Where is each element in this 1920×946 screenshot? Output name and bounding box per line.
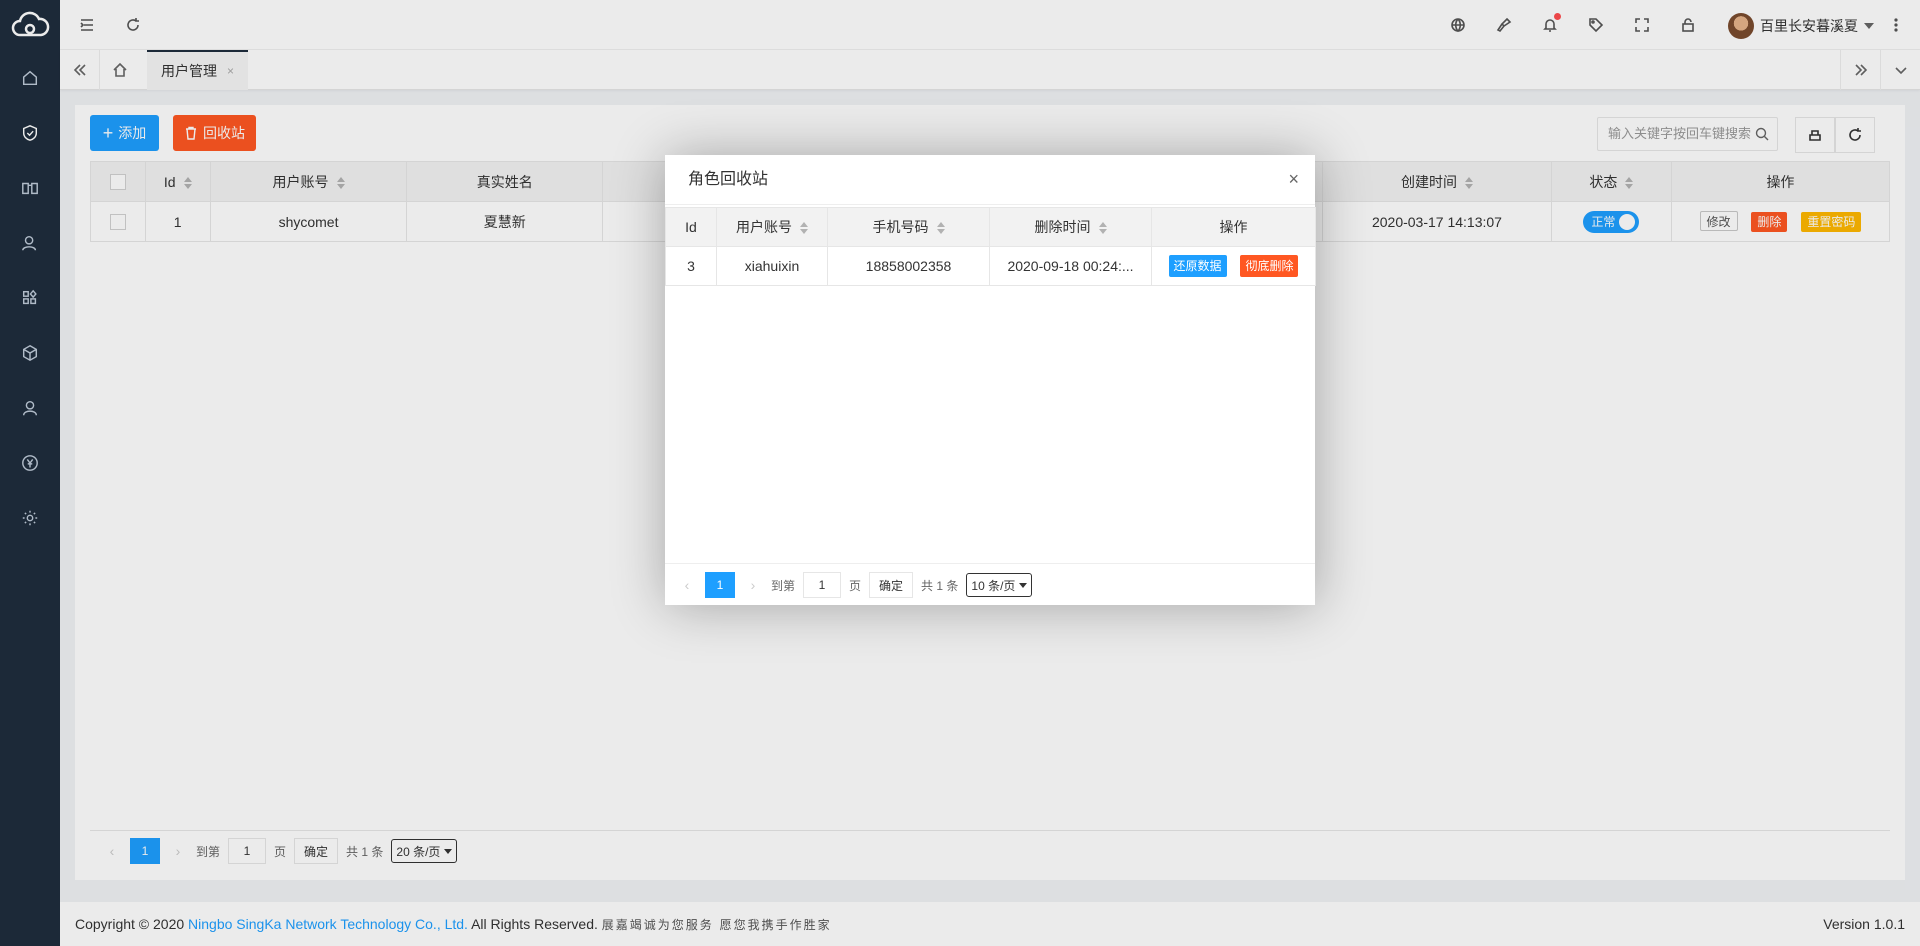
goto-page-input[interactable]: 1 bbox=[803, 572, 842, 598]
col-deleted[interactable]: 删除时间 bbox=[989, 207, 1152, 247]
sort-icon[interactable] bbox=[800, 222, 808, 235]
sort-icon[interactable] bbox=[1098, 222, 1107, 235]
cell-actions: 还原数据 彻底删除 bbox=[1151, 246, 1316, 286]
goto-label: 到第 bbox=[771, 578, 796, 593]
recycle-table: Id 用户账号 手机号码 删除时间 操作 3 xiahuixin 1885800… bbox=[665, 207, 1316, 286]
cell-account: xiahuixin bbox=[716, 246, 828, 286]
cell-id: 3 bbox=[665, 246, 717, 286]
modal-footer: ‹ 1 › 到第 1 页 确定 共 1 条 10 条/页 bbox=[665, 563, 1315, 605]
col-id: Id bbox=[665, 207, 717, 247]
chevron-down-icon bbox=[1019, 582, 1028, 588]
next-page-icon[interactable]: › bbox=[741, 577, 765, 593]
page-unit: 页 bbox=[849, 578, 862, 593]
restore-button[interactable]: 还原数据 bbox=[1168, 255, 1227, 277]
table-row: 3 xiahuixin 18858002358 2020-09-18 00:24… bbox=[665, 246, 1316, 286]
goto-confirm-button[interactable]: 确定 bbox=[869, 572, 914, 598]
prev-page-icon[interactable]: ‹ bbox=[675, 577, 699, 593]
col-phone[interactable]: 手机号码 bbox=[827, 207, 990, 247]
modal-title: 角色回收站 bbox=[665, 155, 1315, 205]
close-icon[interactable]: × bbox=[1288, 169, 1299, 190]
page-size-select[interactable]: 10 条/页 bbox=[966, 573, 1033, 597]
sort-icon[interactable] bbox=[936, 222, 945, 235]
col-actions: 操作 bbox=[1151, 207, 1316, 247]
col-account[interactable]: 用户账号 bbox=[716, 207, 828, 247]
cell-phone: 18858002358 bbox=[827, 246, 990, 286]
modal-pager: ‹ 1 › 到第 1 页 确定 共 1 条 10 条/页 bbox=[675, 572, 1033, 598]
purge-button[interactable]: 彻底删除 bbox=[1240, 255, 1299, 277]
total-count: 共 1 条 bbox=[921, 578, 959, 593]
cell-deleted: 2020-09-18 00:24:... bbox=[989, 246, 1152, 286]
recycle-modal: 角色回收站 × Id 用户账号 手机号码 删除时间 操作 3 xiahuixin… bbox=[665, 155, 1316, 605]
recycle-header-row: Id 用户账号 手机号码 删除时间 操作 bbox=[665, 207, 1316, 247]
page-current[interactable]: 1 bbox=[705, 572, 735, 598]
